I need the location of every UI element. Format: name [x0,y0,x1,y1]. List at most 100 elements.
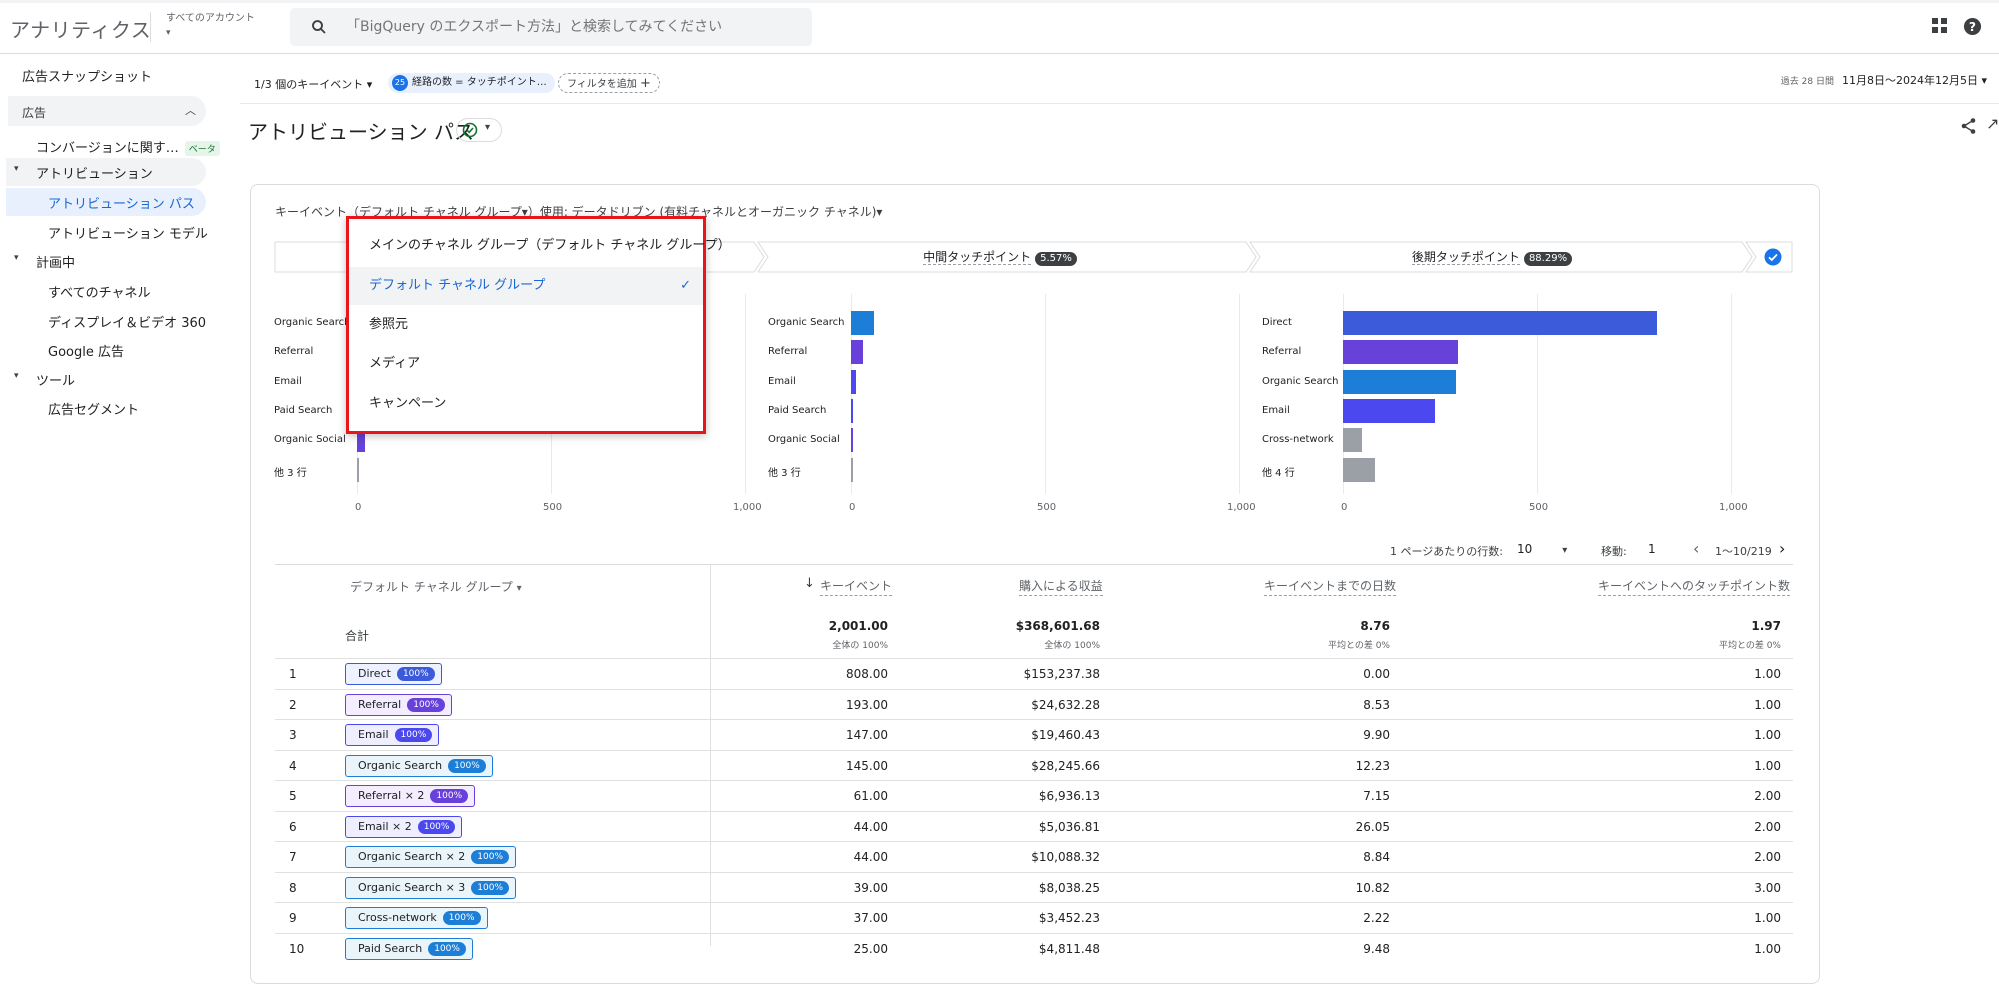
add-filter-button[interactable]: フィルタを追加 + [558,73,660,93]
path-badge: 100% [448,758,486,773]
sidebar-item-tools[interactable]: ツール [36,370,75,389]
table-cell: $8,038.25 [1038,880,1100,895]
chart-bar[interactable] [851,369,856,394]
sidebar-item-ad-segments[interactable]: 広告セグメント [48,399,139,418]
expand-icon[interactable]: ↗ [1986,114,1999,133]
chart-category-label: Email [1262,404,1290,416]
table-cell: $28,245.66 [1031,758,1100,773]
apps-grid-icon[interactable] [1931,17,1949,35]
table-row[interactable]: 1 Direct 100% 808.00 $153,237.38 0.00 1.00 [275,658,1793,688]
path-label: Direct [358,667,391,680]
chevron-left-icon[interactable]: ‹ [1693,539,1699,558]
table-cell: 1.00 [1754,667,1781,681]
caret-down-icon: ▾ [14,164,19,174]
search-input[interactable] [346,8,796,46]
sidebar-item-dv360[interactable]: ディスプレイ＆ビデオ 360 [48,312,206,331]
chart-bar[interactable] [1343,398,1435,423]
path-tag[interactable]: Cross-network 100% [345,907,488,929]
chart-category-label: Referral [1262,346,1302,358]
chart-bar[interactable] [1343,340,1458,365]
chart-bar[interactable] [1343,428,1363,453]
table-row[interactable]: 5 Referral × 2 100% 61.00 $6,936.13 7.15 2.00 [275,780,1793,810]
chart-bar[interactable] [851,428,853,453]
dropdown-item-medium[interactable]: メディア [349,345,703,383]
table-row[interactable]: 2 Referral 100% 193.00 $24,632.28 8.53 1.00 [275,688,1793,719]
app-title[interactable]: アナリティクス [10,14,151,43]
table-row[interactable]: 10 Paid Search 100% 25.00 $4,811.48 9.48 1.00 [275,932,1793,963]
table-cell: 2.22 [1363,911,1390,925]
path-tag[interactable]: Direct 100% [345,663,442,685]
table-row[interactable]: 4 Organic Search 100% 145.00 $28,245.66 12.23… [275,749,1793,780]
path-badge: 100% [471,850,510,864]
dropdown-item-source[interactable]: 参照元 [349,306,703,344]
table-cell: 9.90 [1363,728,1390,742]
path-tag[interactable]: Email 100% [345,724,440,746]
table-row[interactable]: 9 Cross-network 100% 37.00 $3,452.23 2.22 1.00 [275,902,1793,932]
rows-per-page-label: 1 ページあたりの行数: [1390,545,1503,558]
table-cell: 145.00 [846,758,888,773]
dropdown-item-campaign[interactable]: キャンペーン [349,385,703,423]
sidebar-item-ads-snapshot[interactable]: 広告スナップショット [22,66,152,85]
path-tag[interactable]: Email × 2 100% [345,815,463,838]
chart-category-label: Organic Search [768,317,845,328]
path-tag[interactable]: Referral × 2 100% [345,785,476,807]
chart-bar[interactable] [851,340,863,365]
plus-icon: + [640,76,651,91]
chart-bar[interactable] [357,457,359,482]
chart-bar[interactable] [851,398,853,423]
chevron-right-icon[interactable]: › [1779,539,1785,558]
sidebar-item-conversion[interactable]: コンバージョンに関す… ベータ [36,137,220,156]
path-tag[interactable]: Organic Search 100% [345,754,493,777]
share-icon[interactable] [1960,117,1978,135]
check-circle-icon[interactable] [1764,248,1782,266]
chart-bar[interactable] [1343,311,1657,335]
sort-down-icon[interactable]: ↓ [804,576,815,591]
chart-bar[interactable] [851,311,874,335]
help-icon[interactable]: ? [1963,17,1982,36]
chevron-up-icon[interactable]: ︿ [185,102,196,118]
segment-late[interactable]: 後期タッチポイント 88.29% [1252,242,1732,272]
path-tag[interactable]: Referral 100% [345,693,452,716]
chart-gridline [745,294,746,494]
goto-input[interactable]: 1 [1648,542,1678,556]
rows-per-page-select[interactable]: 10 ▾ [1517,542,1567,556]
key-events-selector[interactable]: 1/3 個のキーイベント ▾ [254,76,372,92]
table-row[interactable]: 3 Email 100% 147.00 $19,460.43 9.90 1.00 [275,719,1793,749]
path-tag[interactable]: Organic Search × 2 100% [345,846,517,868]
sidebar-item-google-ads[interactable]: Google 広告 [48,341,124,360]
chart-tick-label: 0 [1341,502,1348,513]
col-header-days[interactable]: キーイベントまでの日数 [1264,577,1397,596]
path-label: Organic Search × 3 [358,880,466,894]
chart-bar[interactable] [1343,369,1456,394]
table-cell: 2.00 [1754,850,1781,864]
table-cell: 37.00 [853,911,888,925]
table-row[interactable]: 7 Organic Search × 2 100% 44.00 $10,088.32 8.… [275,841,1793,871]
table-cell: 44.00 [853,850,888,864]
path-tag[interactable]: Organic Search × 3 100% [345,876,517,899]
chart-bar[interactable] [851,457,853,482]
sidebar-item-attribution-model[interactable]: アトリビューション モデル [48,223,208,242]
sidebar-item-all-channels[interactable]: すべてのチャネル [48,282,150,301]
col-header-revenue[interactable]: 購入による収益 [1019,577,1103,596]
sidebar-item-planning[interactable]: 計画中 [36,252,75,271]
status-dropdown[interactable]: ▾ [456,118,502,142]
dropdown-item-primary-channel-group[interactable]: メインのチャネル グループ（デフォルト チャネル グループ） [349,227,731,265]
segment-middle[interactable]: 中間タッチポイント 5.57% [760,242,1240,272]
dimension-selector[interactable]: デフォルト チャネル グループ ▾ [350,578,522,595]
dropdown-item-default-channel-group[interactable]: デフォルト チャネル グループ ✓ [349,267,703,305]
chart-bar[interactable] [1343,457,1375,482]
path-badge: 100% [407,697,445,712]
account-selector[interactable]: すべてのアカウント ▾ [166,12,255,40]
row-index: 5 [289,789,297,803]
col-header-key-events[interactable]: キーイベント [820,577,893,596]
table-row[interactable]: 8 Organic Search × 3 100% 39.00 $8,038.25 10.… [275,871,1793,902]
chart-category-label: Referral [768,346,808,358]
filter-chip[interactable]: 25 経路の数 = タッチポイント… [388,73,555,93]
date-range-selector[interactable]: 過去 28 日間 11月8日～2024年12月5日 ▾ [1781,72,1987,88]
table-cell: 25.00 [853,941,888,956]
path-tag[interactable]: Paid Search 100% [345,937,473,960]
search-bar[interactable] [290,8,812,46]
table-row[interactable]: 6 Email × 2 100% 44.00 $5,036.81 26.05 2.00 [275,810,1793,841]
caret-down-icon: ▾ [485,122,491,133]
col-header-touchpoints[interactable]: キーイベントへのタッチポイント数 [1598,577,1791,596]
